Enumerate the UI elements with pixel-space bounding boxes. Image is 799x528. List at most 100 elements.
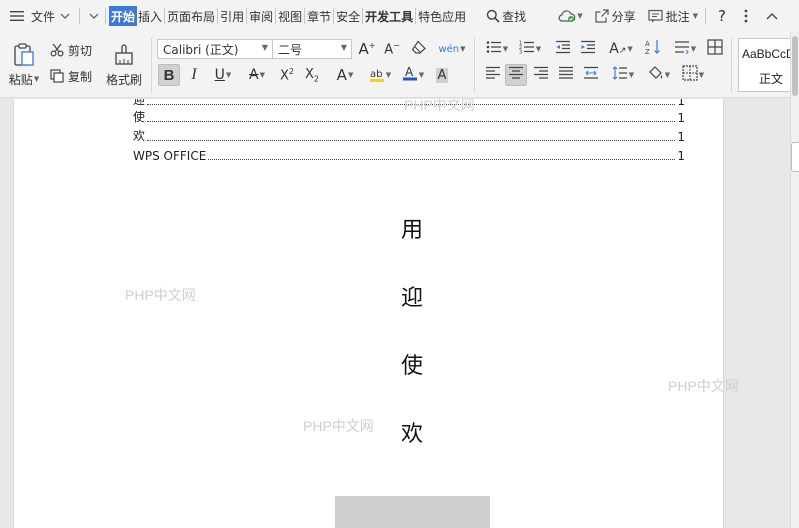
phonetic-guide-button[interactable]: wén ▼: [436, 38, 468, 60]
character-shading-button[interactable]: A: [431, 64, 453, 86]
cloud-sync-button[interactable]: ▼: [557, 6, 583, 26]
watermark: PHP中文网: [668, 378, 739, 394]
tab-developer[interactable]: 开发工具: [364, 6, 414, 26]
sort-button[interactable]: AZ: [642, 38, 664, 60]
chevron-down-icon: ▼: [385, 71, 392, 79]
strikethrough-icon: A: [249, 67, 259, 83]
decrease-indent-icon: [555, 40, 571, 58]
align-left-button[interactable]: [482, 64, 504, 86]
subscript-icon: X2: [305, 66, 319, 84]
menu-separator: [164, 8, 166, 24]
tab-special-apps[interactable]: 特色应用: [417, 6, 467, 26]
chevron-down-icon: ▼: [502, 45, 509, 53]
more-options-icon[interactable]: [743, 6, 749, 26]
comment-label: 批注: [665, 9, 690, 24]
toc-leader-dots: [208, 159, 676, 160]
shrink-font-button[interactable]: A−: [381, 38, 403, 60]
shading-button[interactable]: ▼: [644, 64, 674, 86]
tab-references[interactable]: 引用: [219, 6, 245, 26]
style-name: 正文: [759, 72, 784, 86]
text-direction-button[interactable]: A↗ ▼: [606, 38, 636, 60]
chevron-down-icon: ▼: [261, 43, 268, 52]
phonetic-guide-icon: wén: [438, 43, 460, 55]
chevron-down-icon: [60, 13, 70, 19]
strikethrough-button[interactable]: A ▼: [242, 64, 272, 86]
bullet-list-button[interactable]: ▼: [482, 38, 512, 60]
toc-page-number: 1: [677, 111, 685, 125]
subscript-button[interactable]: X2: [301, 64, 323, 86]
font-color-button[interactable]: A ▼: [398, 64, 428, 86]
decrease-indent-button[interactable]: [552, 38, 574, 60]
table-grid-button[interactable]: [704, 38, 726, 60]
tab-insert[interactable]: 插入: [137, 6, 163, 26]
format-painter-button[interactable]: 格式刷: [104, 38, 144, 92]
search-button[interactable]: 查找: [485, 6, 527, 26]
font-size-select[interactable]: 二号 ▼: [272, 39, 352, 59]
toc-entry-text: 迎: [133, 99, 146, 107]
grow-font-button[interactable]: A+: [356, 38, 378, 60]
numbered-list-icon: 123: [519, 40, 535, 58]
align-right-button[interactable]: [530, 64, 552, 86]
bold-button[interactable]: B: [158, 64, 180, 86]
chevron-down-icon: ▼: [690, 45, 697, 53]
quick-access-dropdown-icon[interactable]: [87, 6, 101, 26]
svg-text:3: 3: [519, 50, 522, 55]
tab-view[interactable]: 视图: [277, 6, 303, 26]
scrollbar-thumb[interactable]: [792, 36, 798, 96]
numbered-list-button[interactable]: 123 ▼: [515, 38, 545, 60]
text-effect-button[interactable]: A ▼: [330, 64, 360, 86]
italic-button[interactable]: I: [183, 64, 205, 86]
clear-format-button[interactable]: [408, 38, 430, 60]
distributed-align-button[interactable]: [580, 64, 602, 86]
svg-text:A: A: [405, 65, 414, 79]
justify-button[interactable]: [555, 64, 577, 86]
superscript-button[interactable]: X2: [276, 64, 298, 86]
search-label: 查找: [502, 9, 527, 24]
italic-icon: I: [191, 66, 197, 83]
borders-button[interactable]: ▼: [678, 64, 708, 86]
eraser-icon: [411, 40, 427, 58]
comment-icon: [647, 9, 663, 23]
heading-text: 欢: [400, 422, 423, 447]
file-menu[interactable]: 文件: [30, 6, 71, 26]
tab-home[interactable]: 开始: [109, 6, 138, 26]
ribbon-separator: [151, 38, 152, 92]
bullet-list-icon: [486, 40, 502, 58]
help-button[interactable]: ?: [717, 6, 727, 26]
copy-icon: [50, 69, 64, 83]
collapse-ribbon-icon[interactable]: [765, 6, 779, 26]
toc-entry[interactable]: 欢 1: [133, 127, 685, 144]
line-spacing-button[interactable]: ▼: [608, 64, 638, 86]
search-icon: [486, 9, 500, 23]
scissors-icon: [50, 43, 64, 57]
heading-text: 用: [400, 218, 423, 243]
menu-separator: [333, 8, 335, 24]
vertical-scrollbar[interactable]: [790, 32, 799, 528]
share-button[interactable]: 分享: [594, 6, 637, 26]
copy-button[interactable]: 复制: [50, 66, 92, 86]
text-effect-icon: A: [336, 66, 347, 84]
tab-security[interactable]: 安全: [335, 6, 361, 26]
cut-button[interactable]: 剪切: [50, 40, 92, 60]
chevron-down-icon: ▼: [33, 75, 40, 83]
highlight-button[interactable]: ab ▼: [364, 64, 396, 86]
comment-button[interactable]: 批注 ▼: [647, 6, 699, 26]
document-page[interactable]: 迎 1 使 1 欢 1 WPS OFFICE 1 用 迎 使 欢: [13, 99, 724, 528]
toc-entry[interactable]: WPS OFFICE 1: [133, 146, 685, 163]
side-panel-handle[interactable]: [791, 142, 799, 172]
hamburger-menu-icon[interactable]: [9, 6, 25, 26]
toc-page-number: 1: [677, 130, 685, 144]
tab-page-layout[interactable]: 页面布局: [166, 6, 216, 26]
underline-button[interactable]: U ▼: [208, 64, 238, 86]
align-center-button[interactable]: [505, 64, 527, 86]
chevron-down-icon: ▼: [225, 71, 232, 79]
toc-entry-text: 使: [133, 110, 146, 124]
tab-chapter[interactable]: 章节: [306, 6, 332, 26]
increase-indent-button[interactable]: [577, 38, 599, 60]
line-spacing-options-button[interactable]: ▼: [670, 38, 700, 60]
tab-review[interactable]: 审阅: [248, 6, 274, 26]
paste-button[interactable]: 粘贴 ▼: [5, 38, 43, 92]
font-name-select[interactable]: Calibri (正文) ▼: [157, 39, 273, 59]
menu-separator: [246, 8, 248, 24]
paste-icon: [13, 42, 35, 67]
